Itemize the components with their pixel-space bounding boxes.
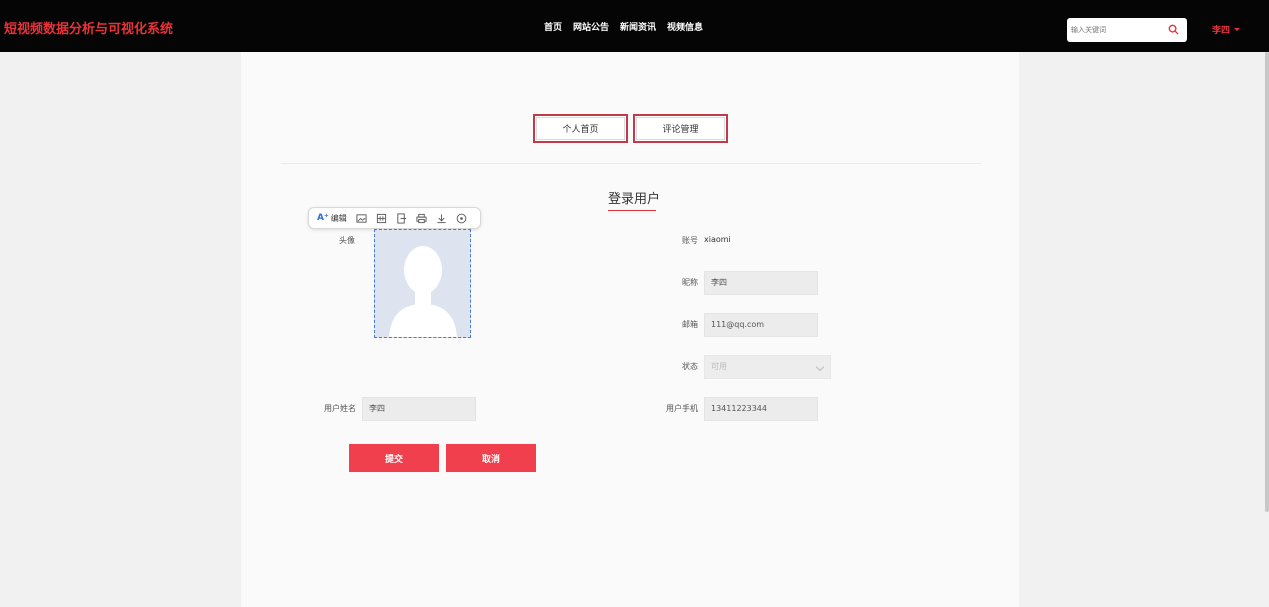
nav-item-announcements[interactable]: 网站公告	[573, 22, 609, 34]
edit-button[interactable]: A⁺ 编辑	[317, 213, 347, 224]
realname-label: 用户姓名	[324, 404, 356, 413]
search-icon[interactable]	[1168, 24, 1179, 35]
user-name: 李四	[1212, 26, 1231, 36]
search-box	[1067, 18, 1187, 42]
avatar-placeholder-icon	[389, 246, 457, 337]
status-label: 状态	[682, 362, 698, 371]
account-label: 账号	[682, 236, 698, 245]
status-value: 可用	[711, 362, 727, 371]
print-icon[interactable]	[416, 213, 427, 224]
tab-personal-home[interactable]: 个人首页	[533, 114, 628, 143]
edit-label: 编辑	[330, 213, 347, 223]
text-style-icon: A⁺	[317, 213, 329, 223]
cancel-button[interactable]: 取消	[446, 444, 536, 472]
nickname-label: 昵称	[682, 278, 698, 287]
top-navbar: 短视频数据分析与可视化系统 首页 网站公告 新闻资讯 视频信息 李四	[0, 0, 1269, 52]
account-value: xiaomi	[704, 235, 731, 244]
search-input[interactable]	[1071, 22, 1166, 38]
chevron-down-icon	[815, 362, 825, 372]
profile-card: 个人首页 评论管理 登录用户 A⁺ 编辑 头像 账号 xiaomi 昵称 李四 …	[241, 52, 1019, 607]
nickname-input[interactable]: 李四	[704, 271, 818, 295]
download-icon[interactable]	[436, 213, 447, 224]
divider	[281, 163, 981, 164]
phone-label: 用户手机	[666, 404, 698, 413]
profile-tabs: 个人首页 评论管理	[533, 114, 728, 143]
grid-icon[interactable]	[376, 213, 387, 224]
section-title: 登录用户	[608, 192, 661, 207]
section-underline	[608, 210, 656, 211]
email-label: 邮箱	[682, 320, 698, 329]
tab-comment-management[interactable]: 评论管理	[633, 114, 728, 143]
export-icon[interactable]	[396, 212, 407, 224]
nav-item-news[interactable]: 新闻资讯	[620, 22, 656, 34]
avatar-label: 头像	[339, 236, 355, 245]
nav-item-videos[interactable]: 视频信息	[667, 22, 703, 34]
phone-input[interactable]: 13411223344	[704, 397, 818, 421]
nav-item-home[interactable]: 首页	[544, 22, 562, 34]
main-nav: 首页 网站公告 新闻资讯 视频信息	[544, 22, 703, 34]
email-input[interactable]: 111@qq.com	[704, 313, 818, 337]
page-scrollbar[interactable]	[1265, 52, 1269, 512]
submit-button[interactable]: 提交	[349, 444, 439, 472]
status-select[interactable]: 可用	[704, 355, 831, 379]
caret-down-icon	[1234, 28, 1241, 31]
realname-input[interactable]: 李四	[362, 397, 476, 421]
image-toolbar: A⁺ 编辑	[308, 207, 481, 229]
user-menu[interactable]: 李四	[1212, 23, 1241, 36]
image-icon[interactable]	[356, 213, 367, 224]
site-title[interactable]: 短视频数据分析与可视化系统	[4, 21, 173, 39]
more-icon[interactable]	[456, 213, 467, 224]
avatar-upload[interactable]	[374, 229, 471, 338]
